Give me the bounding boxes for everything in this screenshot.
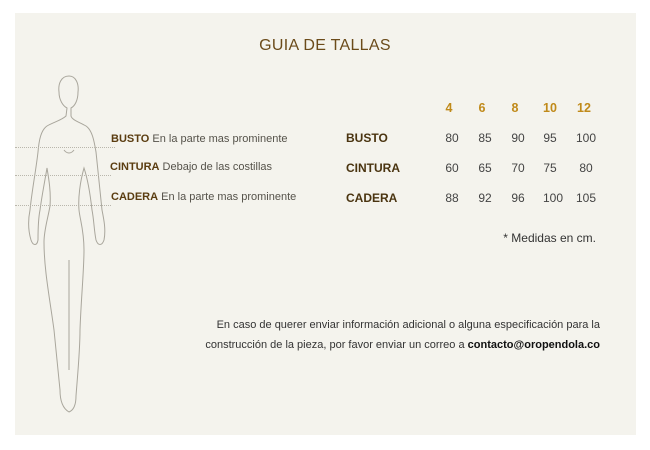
- table-cell: 100: [542, 191, 564, 205]
- contact-info: En caso de querer enviar información adi…: [205, 316, 600, 355]
- table-cell: 105: [575, 191, 597, 205]
- cadera-guide-line: [15, 205, 111, 206]
- table-cell: 85: [478, 131, 492, 145]
- table-cell: 80: [445, 131, 459, 145]
- measure-label-busto: BUSTO En la parte mas prominente: [111, 133, 288, 145]
- size-header: 10: [543, 101, 557, 115]
- units-note: * Medidas en cm.: [503, 231, 596, 245]
- table-cell: 60: [445, 161, 459, 175]
- size-header: 12: [577, 101, 591, 115]
- table-cell: 88: [445, 191, 459, 205]
- table-cell: 96: [511, 191, 525, 205]
- measure-label-cadera: CADERA En la parte mas prominente: [111, 191, 297, 203]
- body-silhouette: [28, 75, 106, 413]
- size-header: 6: [478, 101, 486, 115]
- table-cell: 90: [511, 131, 525, 145]
- busto-guide-line: [15, 147, 115, 148]
- row-name-cadera: CADERA: [346, 191, 398, 205]
- table-cell: 95: [543, 131, 557, 145]
- page-title: GUIA DE TALLAS: [259, 37, 391, 54]
- row-name-busto: BUSTO: [346, 131, 388, 145]
- contact-info-line1: En caso de querer enviar información adi…: [216, 319, 600, 331]
- table-cell: 100: [575, 131, 597, 145]
- size-header: 4: [445, 101, 453, 115]
- table-cell: 92: [478, 191, 492, 205]
- table-cell: 80: [579, 161, 593, 175]
- row-name-cintura: CINTURA: [346, 161, 400, 175]
- cintura-guide-line: [15, 175, 111, 176]
- contact-info-line2: construcción de la pieza, por favor envi…: [205, 338, 600, 351]
- table-cell: 70: [511, 161, 525, 175]
- contact-email-link[interactable]: contacto@oropendola.co: [468, 339, 600, 351]
- size-header: 8: [511, 101, 519, 115]
- table-cell: 75: [543, 161, 557, 175]
- measure-label-cintura: CINTURA Debajo de las costillas: [110, 161, 273, 173]
- table-cell: 65: [478, 161, 492, 175]
